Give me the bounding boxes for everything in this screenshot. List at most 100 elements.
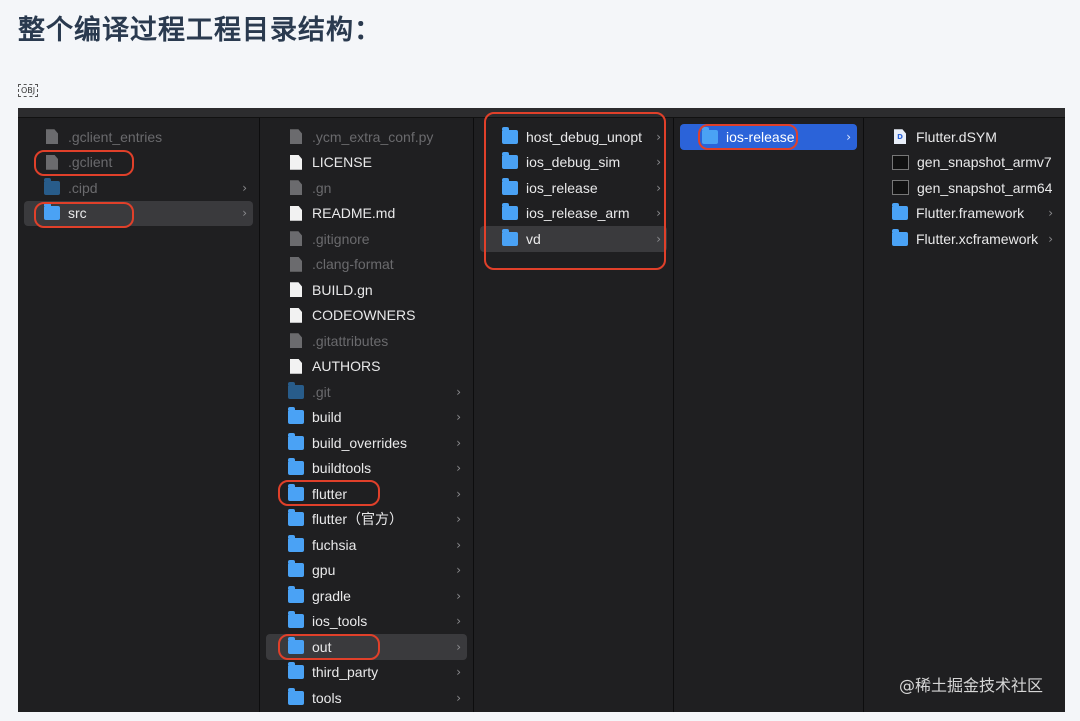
item-label: .gitattributes bbox=[312, 332, 389, 349]
item-label: .gn bbox=[312, 179, 332, 196]
item-label: tools bbox=[312, 689, 342, 706]
list-item[interactable]: vd › bbox=[480, 226, 667, 252]
list-item[interactable]: flutter（官方） › bbox=[266, 507, 467, 533]
file-icon bbox=[46, 154, 58, 170]
item-label: CODEOWNERS bbox=[312, 307, 416, 324]
list-item[interactable]: BUILD.gn bbox=[266, 277, 467, 303]
folder-icon bbox=[44, 177, 60, 195]
list-item[interactable]: ios_debug_sim › bbox=[480, 150, 667, 176]
item-label: host_debug_unopt bbox=[526, 128, 642, 145]
list-item[interactable]: fuchsia › bbox=[266, 532, 467, 558]
list-item[interactable]: .cipd › bbox=[24, 175, 253, 201]
list-item[interactable]: ios_release_arm › bbox=[480, 201, 667, 227]
item-label: out bbox=[312, 638, 332, 655]
list-item[interactable]: ios-release › bbox=[680, 124, 857, 150]
list-item[interactable]: .gn bbox=[266, 175, 467, 201]
folder-icon bbox=[288, 636, 304, 654]
item-label: buildtools bbox=[312, 460, 372, 477]
chevron-right-icon: › bbox=[456, 461, 461, 476]
folder-icon bbox=[288, 381, 304, 399]
chevron-right-icon: › bbox=[456, 537, 461, 552]
item-label: ios-release bbox=[726, 128, 795, 145]
list-item[interactable]: .gclient bbox=[24, 150, 253, 176]
item-label: .cipd bbox=[68, 179, 98, 196]
item-label: LICENSE bbox=[312, 154, 372, 171]
item-label: .clang-format bbox=[312, 256, 394, 273]
exec-icon bbox=[892, 180, 909, 196]
folder-icon bbox=[288, 560, 304, 578]
folder-icon bbox=[288, 458, 304, 476]
folder-icon bbox=[288, 687, 304, 705]
file-icon bbox=[290, 256, 302, 272]
list-item[interactable]: third_party › bbox=[266, 660, 467, 686]
list-item[interactable]: LICENSE bbox=[266, 150, 467, 176]
item-label: BUILD.gn bbox=[312, 281, 373, 298]
item-label: AUTHORS bbox=[312, 358, 381, 375]
list-item[interactable]: gen_snapshot_arm64 bbox=[870, 175, 1059, 201]
file-icon bbox=[290, 129, 302, 145]
dsym-icon: D bbox=[894, 129, 906, 145]
list-item[interactable]: .gitattributes bbox=[266, 328, 467, 354]
list-item[interactable]: flutter › bbox=[266, 481, 467, 507]
column-root[interactable]: .gclient_entries .gclient .cipd › src › bbox=[18, 118, 260, 712]
watermark: @稀土掘金技术社区 bbox=[898, 676, 1043, 695]
chevron-right-icon: › bbox=[1048, 231, 1053, 246]
item-label: build_overrides bbox=[312, 434, 407, 451]
list-item[interactable]: Flutter.framework › bbox=[870, 201, 1059, 227]
folder-icon bbox=[502, 152, 518, 170]
item-label: gradle bbox=[312, 587, 351, 604]
item-label: flutter bbox=[312, 485, 348, 502]
list-item[interactable]: out › bbox=[266, 634, 467, 660]
folder-icon bbox=[288, 407, 304, 425]
list-item[interactable]: tools › bbox=[266, 685, 467, 711]
item-label: ios_release bbox=[526, 179, 598, 196]
folder-icon bbox=[288, 534, 304, 552]
obj-tag: OBJ bbox=[18, 84, 39, 97]
folder-icon bbox=[702, 126, 718, 144]
list-item[interactable]: gen_snapshot_armv7 bbox=[870, 150, 1059, 176]
list-item[interactable]: CODEOWNERS bbox=[266, 303, 467, 329]
list-item[interactable]: gpu › bbox=[266, 558, 467, 584]
list-item[interactable]: build_overrides › bbox=[266, 430, 467, 456]
file-icon bbox=[46, 129, 58, 145]
folder-icon bbox=[288, 483, 304, 501]
list-item[interactable]: Flutter.xcframework › bbox=[870, 226, 1059, 252]
folder-icon bbox=[502, 126, 518, 144]
folder-icon bbox=[892, 203, 908, 221]
chevron-right-icon: › bbox=[456, 665, 461, 680]
item-label: fuchsia bbox=[312, 536, 357, 553]
chevron-right-icon: › bbox=[456, 486, 461, 501]
item-label: vd bbox=[526, 230, 541, 247]
column-src[interactable]: .ycm_extra_conf.py LICENSE .gn README.md… bbox=[260, 118, 474, 712]
folder-icon bbox=[288, 611, 304, 629]
item-label: Flutter.dSYM bbox=[916, 128, 997, 145]
list-item[interactable]: ios_release › bbox=[480, 175, 667, 201]
list-item[interactable]: .git › bbox=[266, 379, 467, 405]
item-label: src bbox=[68, 205, 87, 222]
list-item[interactable]: .gitignore bbox=[266, 226, 467, 252]
item-label: ios_debug_sim bbox=[526, 154, 621, 171]
column-ios-release[interactable]: D Flutter.dSYM gen_snapshot_armv7 gen_sna… bbox=[864, 118, 1065, 712]
list-item[interactable]: .clang-format bbox=[266, 252, 467, 278]
list-item[interactable]: build › bbox=[266, 405, 467, 431]
list-item[interactable]: ios_tools › bbox=[266, 609, 467, 635]
item-label: README.md bbox=[312, 205, 396, 222]
list-item[interactable]: D Flutter.dSYM bbox=[870, 124, 1059, 150]
item-label: third_party bbox=[312, 664, 379, 681]
column-out[interactable]: host_debug_unopt › ios_debug_sim › ios_rel… bbox=[474, 118, 674, 712]
folder-icon bbox=[502, 203, 518, 221]
list-item[interactable]: README.md bbox=[266, 201, 467, 227]
list-item[interactable]: src › bbox=[24, 200, 253, 226]
list-item[interactable]: host_debug_unopt › bbox=[480, 124, 667, 150]
item-label: .gitignore bbox=[312, 230, 370, 247]
finder-window: .gclient_entries .gclient .cipd › src › .y… bbox=[18, 108, 1065, 712]
list-item[interactable]: .ycm_extra_conf.py bbox=[266, 124, 467, 150]
column-vd[interactable]: ios-release › bbox=[674, 118, 864, 712]
list-item[interactable]: AUTHORS bbox=[266, 354, 467, 380]
chevron-right-icon: › bbox=[846, 129, 851, 144]
list-item[interactable]: .gclient_entries bbox=[24, 124, 253, 150]
chevron-right-icon: › bbox=[656, 206, 661, 221]
list-item[interactable]: gradle › bbox=[266, 583, 467, 609]
file-icon bbox=[290, 154, 302, 170]
list-item[interactable]: buildtools › bbox=[266, 456, 467, 482]
